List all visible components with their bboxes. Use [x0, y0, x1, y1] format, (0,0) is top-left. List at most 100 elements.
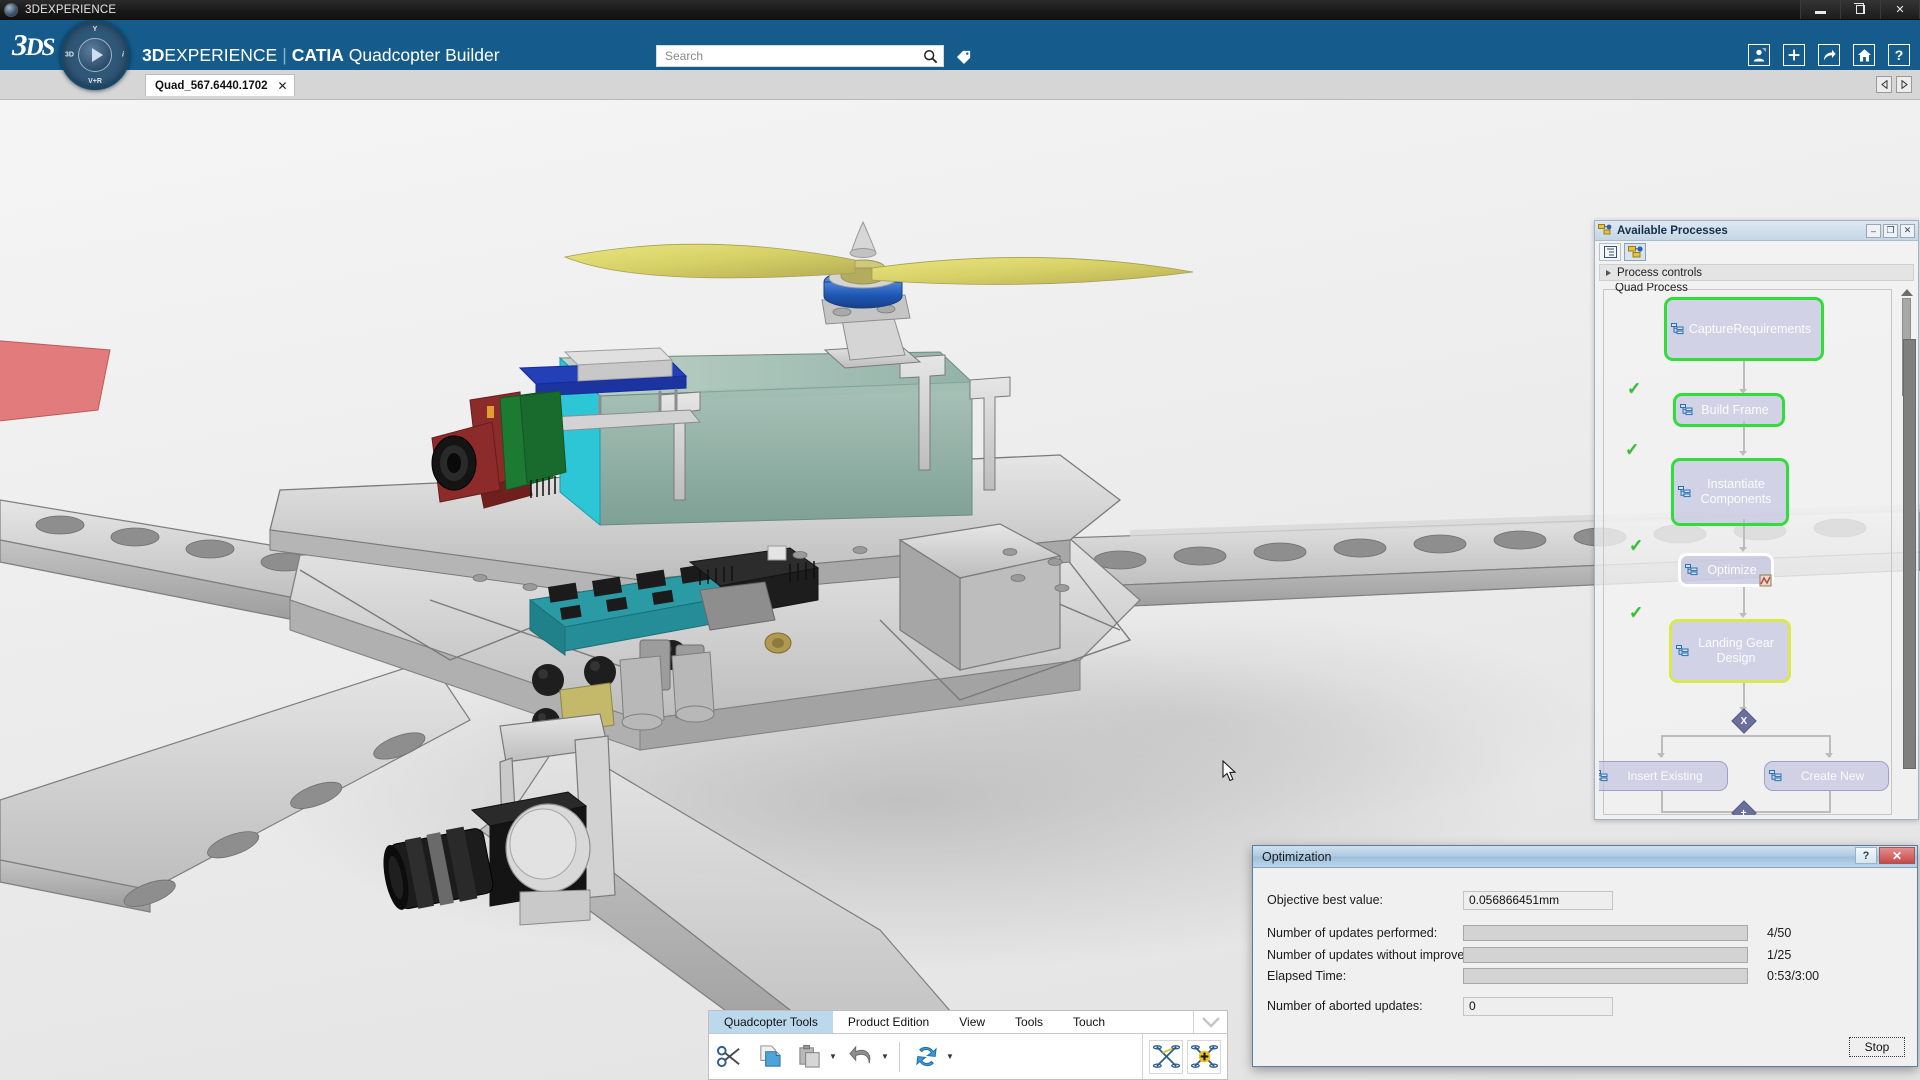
flow-arrow: [1657, 753, 1665, 758]
optimization-dialog[interactable]: Optimization ? ✕ Objective best value: 0…: [1252, 845, 1918, 1067]
brand-rest: EXPERIENCE: [164, 45, 278, 65]
tab-tools[interactable]: Tools: [1000, 1011, 1058, 1033]
dassault-3ds-logo: 3DS: [12, 27, 55, 62]
copy-icon: [759, 1045, 781, 1067]
copy-button[interactable]: [749, 1035, 789, 1079]
dialog-help-button[interactable]: ?: [1855, 847, 1877, 864]
node-insert-existing[interactable]: Insert Existing: [1599, 761, 1728, 791]
compass-label-left: 3D: [65, 51, 74, 59]
processes-panel-window-buttons: – ❐ ✕: [1866, 223, 1915, 238]
paste-dropdown-arrow-icon[interactable]: ▼: [829, 1052, 841, 1061]
node-label: Create New: [1800, 768, 1865, 783]
process-controls-row[interactable]: Process controls: [1599, 264, 1914, 281]
row-label: Number of updates without improvement:: [1267, 948, 1496, 962]
compass-center-disc[interactable]: [78, 38, 112, 72]
tab-product-edition[interactable]: Product Edition: [833, 1011, 944, 1033]
node-label: Landing Gear Design: [1698, 636, 1774, 665]
home-icon[interactable]: [1853, 44, 1875, 66]
node-optimize[interactable]: Optimize: [1678, 553, 1774, 587]
os-minimize-button[interactable]: [1800, 0, 1840, 19]
process-view-button[interactable]: [1624, 243, 1646, 261]
tab-quadcopter-tools[interactable]: Quadcopter Tools: [709, 1011, 833, 1033]
node-landing-gear-design[interactable]: Landing Gear Design: [1669, 619, 1791, 683]
scroll-up-arrow-icon[interactable]: [1901, 289, 1913, 296]
dialog-close-button[interactable]: ✕: [1879, 847, 1915, 864]
bottom-ribbon[interactable]: Quadcopter Tools Product Edition View To…: [708, 1010, 1228, 1080]
node-tree-icon: [1671, 323, 1684, 335]
optimization-dialog-buttons: ? ✕: [1855, 847, 1915, 864]
stop-button[interactable]: Stop: [1849, 1037, 1905, 1057]
node-tree-icon: [1599, 770, 1608, 782]
undo-dropdown-arrow-icon[interactable]: ▼: [881, 1052, 893, 1061]
node-tree-icon: [1678, 486, 1691, 498]
title-separator: |: [282, 45, 287, 65]
search-bar[interactable]: [656, 45, 944, 67]
update-dropdown-arrow-icon[interactable]: ▼: [946, 1052, 958, 1061]
update-button[interactable]: [906, 1035, 946, 1079]
document-tab[interactable]: Quad_567.6440.1702 ✕: [145, 74, 295, 96]
quadcopter-build-button[interactable]: [1149, 1039, 1183, 1074]
processes-panel-title: Available Processes: [1617, 224, 1728, 237]
quadcopter-optimize-button[interactable]: [1187, 1039, 1221, 1074]
gateway-symbol: +: [1741, 807, 1747, 816]
drone-highlight-icon: [1190, 1045, 1218, 1068]
elapsed-time-value: 0:53/3:00: [1767, 969, 1820, 983]
processes-panel-toolbar: [1595, 241, 1918, 263]
refresh-cycle-icon: [915, 1046, 937, 1067]
os-close-button[interactable]: ✕: [1880, 0, 1920, 19]
paste-button[interactable]: [789, 1035, 829, 1079]
row-updates-performed: Number of updates performed: 4/50: [1267, 923, 1903, 943]
chevron-right-icon: [1606, 269, 1611, 276]
os-window-titlebar: 3DEXPERIENCE ✕: [0, 0, 1920, 20]
header-icon-group: ?: [1748, 44, 1910, 66]
node-instantiate-components[interactable]: Instantiate Components: [1671, 458, 1789, 526]
document-tab-close-icon[interactable]: ✕: [278, 80, 288, 92]
check-mark-icon: ✓: [1627, 379, 1642, 398]
tab-prev-button[interactable]: [1876, 76, 1892, 93]
os-restore-button[interactable]: [1840, 0, 1880, 19]
process-flow-canvas[interactable]: Quad Process CaptureRequirements ✓ Build…: [1599, 283, 1914, 815]
panel-minimize-button[interactable]: –: [1866, 223, 1881, 238]
available-processes-panel[interactable]: Available Processes – ❐ ✕ Process contro…: [1594, 220, 1919, 820]
undo-button[interactable]: [841, 1035, 881, 1079]
tree-list-icon: [1603, 246, 1617, 258]
ribbon-expand-chevron-icon[interactable]: [1193, 1011, 1227, 1033]
process-network-icon: [1598, 224, 1612, 235]
user-profile-icon[interactable]: [1748, 44, 1770, 66]
ribbon-toolbar: ▼ ▼ ▼: [708, 1034, 1228, 1080]
node-capture-requirements[interactable]: CaptureRequirements: [1664, 297, 1824, 361]
toolbar-divider: [899, 1041, 900, 1072]
row-label: Number of updates performed:: [1267, 926, 1438, 940]
search-input[interactable]: [657, 46, 917, 66]
node-tree-icon: [1676, 645, 1689, 657]
node-create-new[interactable]: Create New: [1764, 761, 1889, 791]
brand-bold: 3D: [142, 45, 165, 65]
row-objective-best-value: Objective best value: 0.056866451mm: [1267, 890, 1903, 910]
tab-view[interactable]: View: [944, 1011, 1000, 1033]
panel-close-button[interactable]: ✕: [1900, 223, 1915, 238]
optimization-dialog-body: Objective best value: 0.056866451mm Numb…: [1253, 868, 1917, 1067]
node-label: CaptureRequirements: [1688, 321, 1812, 336]
flow-connector: [1743, 361, 1745, 391]
gateway-symbol: X: [1740, 715, 1748, 727]
running-status-icon: [1759, 574, 1772, 587]
tree-view-button[interactable]: [1599, 243, 1621, 261]
tab-next-button[interactable]: [1896, 76, 1912, 93]
tab-touch[interactable]: Touch: [1058, 1011, 1120, 1033]
3dexperience-compass[interactable]: Y i V+R 3D: [60, 20, 130, 90]
flow-arrow: [1739, 613, 1747, 618]
node-build-frame[interactable]: Build Frame: [1673, 393, 1785, 427]
cut-button[interactable]: [709, 1035, 749, 1079]
panel-scrollbar-thumb[interactable]: [1903, 339, 1916, 769]
play-triangle-icon: [91, 48, 103, 62]
document-tabbar: Quad_567.6440.1702 ✕: [0, 70, 1920, 100]
node-label: Instantiate Components: [1700, 477, 1772, 506]
node-tree-icon: [1680, 404, 1693, 416]
share-icon[interactable]: [1818, 44, 1840, 66]
app-name: Quadcopter Builder: [348, 45, 500, 65]
add-icon[interactable]: [1783, 44, 1805, 66]
help-icon[interactable]: ?: [1888, 44, 1910, 66]
search-icon[interactable]: [917, 46, 943, 66]
tag-icon[interactable]: [952, 46, 974, 66]
panel-restore-button[interactable]: ❐: [1883, 223, 1898, 238]
